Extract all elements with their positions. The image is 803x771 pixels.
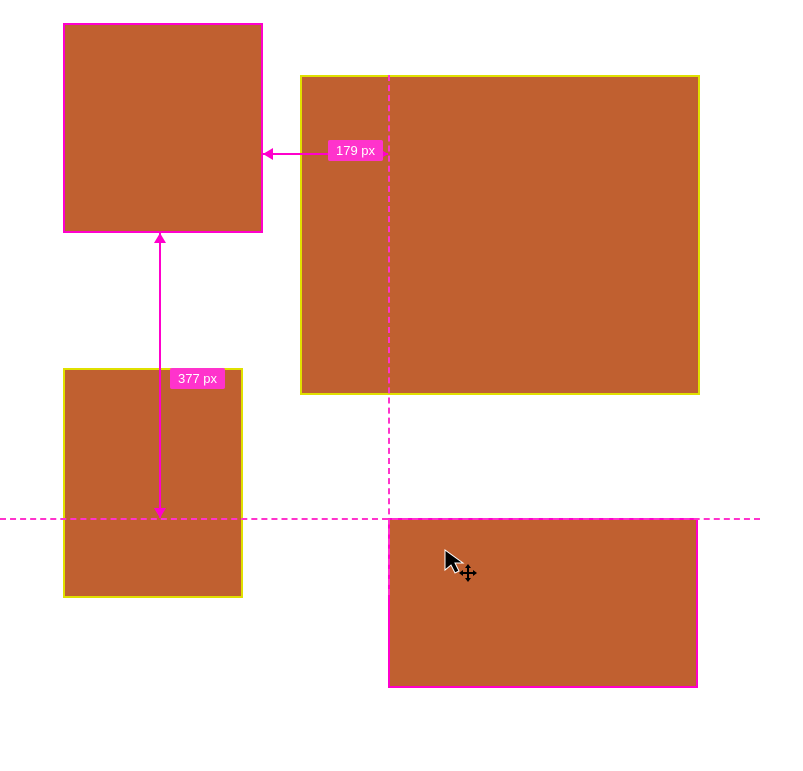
measure-badge-horizontal: 179 px — [328, 140, 383, 161]
measure-line-vertical — [159, 233, 161, 518]
measure-arrow-left — [263, 148, 273, 160]
shape-rect-bottom-right[interactable] — [388, 518, 698, 688]
shape-rect-bottom-left[interactable] — [63, 368, 243, 598]
smart-guide-horizontal — [0, 518, 760, 520]
measure-arrow-down — [154, 508, 166, 518]
measure-arrow-up — [154, 233, 166, 243]
shape-rect-large-right[interactable] — [300, 75, 700, 395]
shape-rect-top-left[interactable] — [63, 23, 263, 233]
measure-badge-vertical: 377 px — [170, 368, 225, 389]
smart-guide-vertical — [388, 75, 390, 595]
